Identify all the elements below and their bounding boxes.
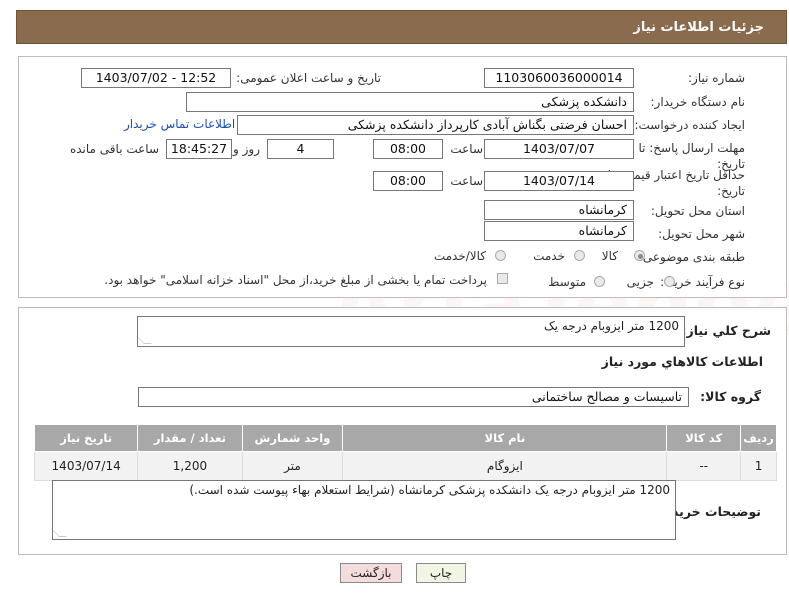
province-label: استان محل تحویل: [650,204,745,218]
remaining-time-label: ساعت باقی مانده [69,142,159,156]
buyer-org-field: دانشکده پزشکی [186,92,634,112]
buyer-notes-text: 1200 متر ایزوبام درجه یک دانشکده پزشکی ک… [189,483,670,497]
validity-time-label: ساعت [450,174,483,188]
col-header-row: ردیف [740,424,777,452]
process-option-medium: متوسط [548,275,586,289]
goods-group-label: گروه كالا: [700,389,761,404]
resize-grip-icon[interactable] [51,529,67,537]
page-title: جزئیات اطلاعات نیاز [633,20,764,35]
need-number-label: شماره نیاز: [688,71,745,85]
validity-date-field: 1403/07/14 [484,171,634,191]
reply-time-label: ساعت [450,142,483,156]
print-button[interactable]: چاپ [416,563,466,583]
validity-time-field: 08:00 [373,171,443,191]
category-label: طبقه بندی موضوعی: [638,250,745,264]
days-left-field: 4 [267,139,334,159]
announce-datetime-label: تاریخ و ساعت اعلان عمومی: [236,71,381,85]
creator-label: ایجاد کننده درخواست: [634,118,745,132]
cell-unit: متر [241,451,344,481]
col-header-code: کد کالا [666,424,742,452]
category-radio-goods[interactable] [634,250,645,261]
province-field: کرمانشاه [484,200,634,220]
process-radio-minor[interactable] [664,276,675,287]
treasury-payment-note: پرداخت تمام یا بخشی از مبلغ خرید،از محل … [104,273,487,287]
need-summary-text: 1200 متر ایزوبام درجه یک [543,319,679,333]
cell-quantity: 1,200 [137,451,243,481]
cell-name: ایزوگام [342,451,668,481]
need-summary-label: شرح كلي نياز: [681,323,771,338]
buyer-contact-link[interactable]: اطلاعات تماس خریدار [124,117,235,131]
table-header-row: ردیف کد کالا نام کالا واحد شمارش تعداد /… [33,424,777,452]
goods-group-field: تاسیسات و مصالح ساختمانی [138,387,689,407]
reply-time-field: 08:00 [373,139,443,159]
cell-code: -- [666,451,742,481]
need-number-field: 1103060036000014 [484,68,634,88]
col-header-name: نام کالا [342,424,668,452]
category-radio-service[interactable] [574,250,585,261]
col-header-date: تاریخ نیاز [33,424,139,452]
treasury-payment-checkbox[interactable] [497,273,508,284]
resize-grip-icon[interactable] [136,336,152,344]
creator-field: احسان فرضتی بگناش آبادی کارپرداز دانشکده… [237,115,634,135]
back-button[interactable]: بازگشت [340,563,402,583]
reply-date-field: 1403/07/07 [484,139,634,159]
category-option-goods: کالا [601,249,618,263]
process-option-minor: جزیی [626,275,654,289]
need-summary-field: 1200 متر ایزوبام درجه یک [136,316,685,347]
hours-left-field: 18:45:27 [166,139,232,159]
cell-row: 1 [740,451,777,481]
buyer-notes-field: 1200 متر ایزوبام درجه یک دانشکده پزشکی ک… [51,480,676,540]
buyer-org-label: نام دستگاه خریدار: [650,95,746,109]
goods-info-heading: اطلاعات كالاهاي مورد نياز [601,354,763,369]
process-radio-medium[interactable] [594,276,605,287]
col-header-unit: واحد شمارش [241,424,344,452]
category-option-goods-service: کالا/خدمت [433,249,486,263]
day-and-label: روز و [233,142,260,156]
cell-date: 1403/07/14 [33,451,139,481]
col-header-quantity: تعداد / مقدار [137,424,243,452]
page-header: جزئیات اطلاعات نیاز [16,10,787,44]
city-field: کرمانشاه [484,221,634,241]
category-radio-goods-service[interactable] [495,250,506,261]
table-row: 1 -- ایزوگام متر 1,200 1403/07/14 [33,451,777,481]
city-label: شهر محل تحویل: [658,227,745,241]
items-table: ردیف کد کالا نام کالا واحد شمارش تعداد /… [33,424,777,481]
announce-datetime-field: 1403/07/02 - 12:52 [81,68,231,88]
category-option-service: خدمت [533,249,565,263]
